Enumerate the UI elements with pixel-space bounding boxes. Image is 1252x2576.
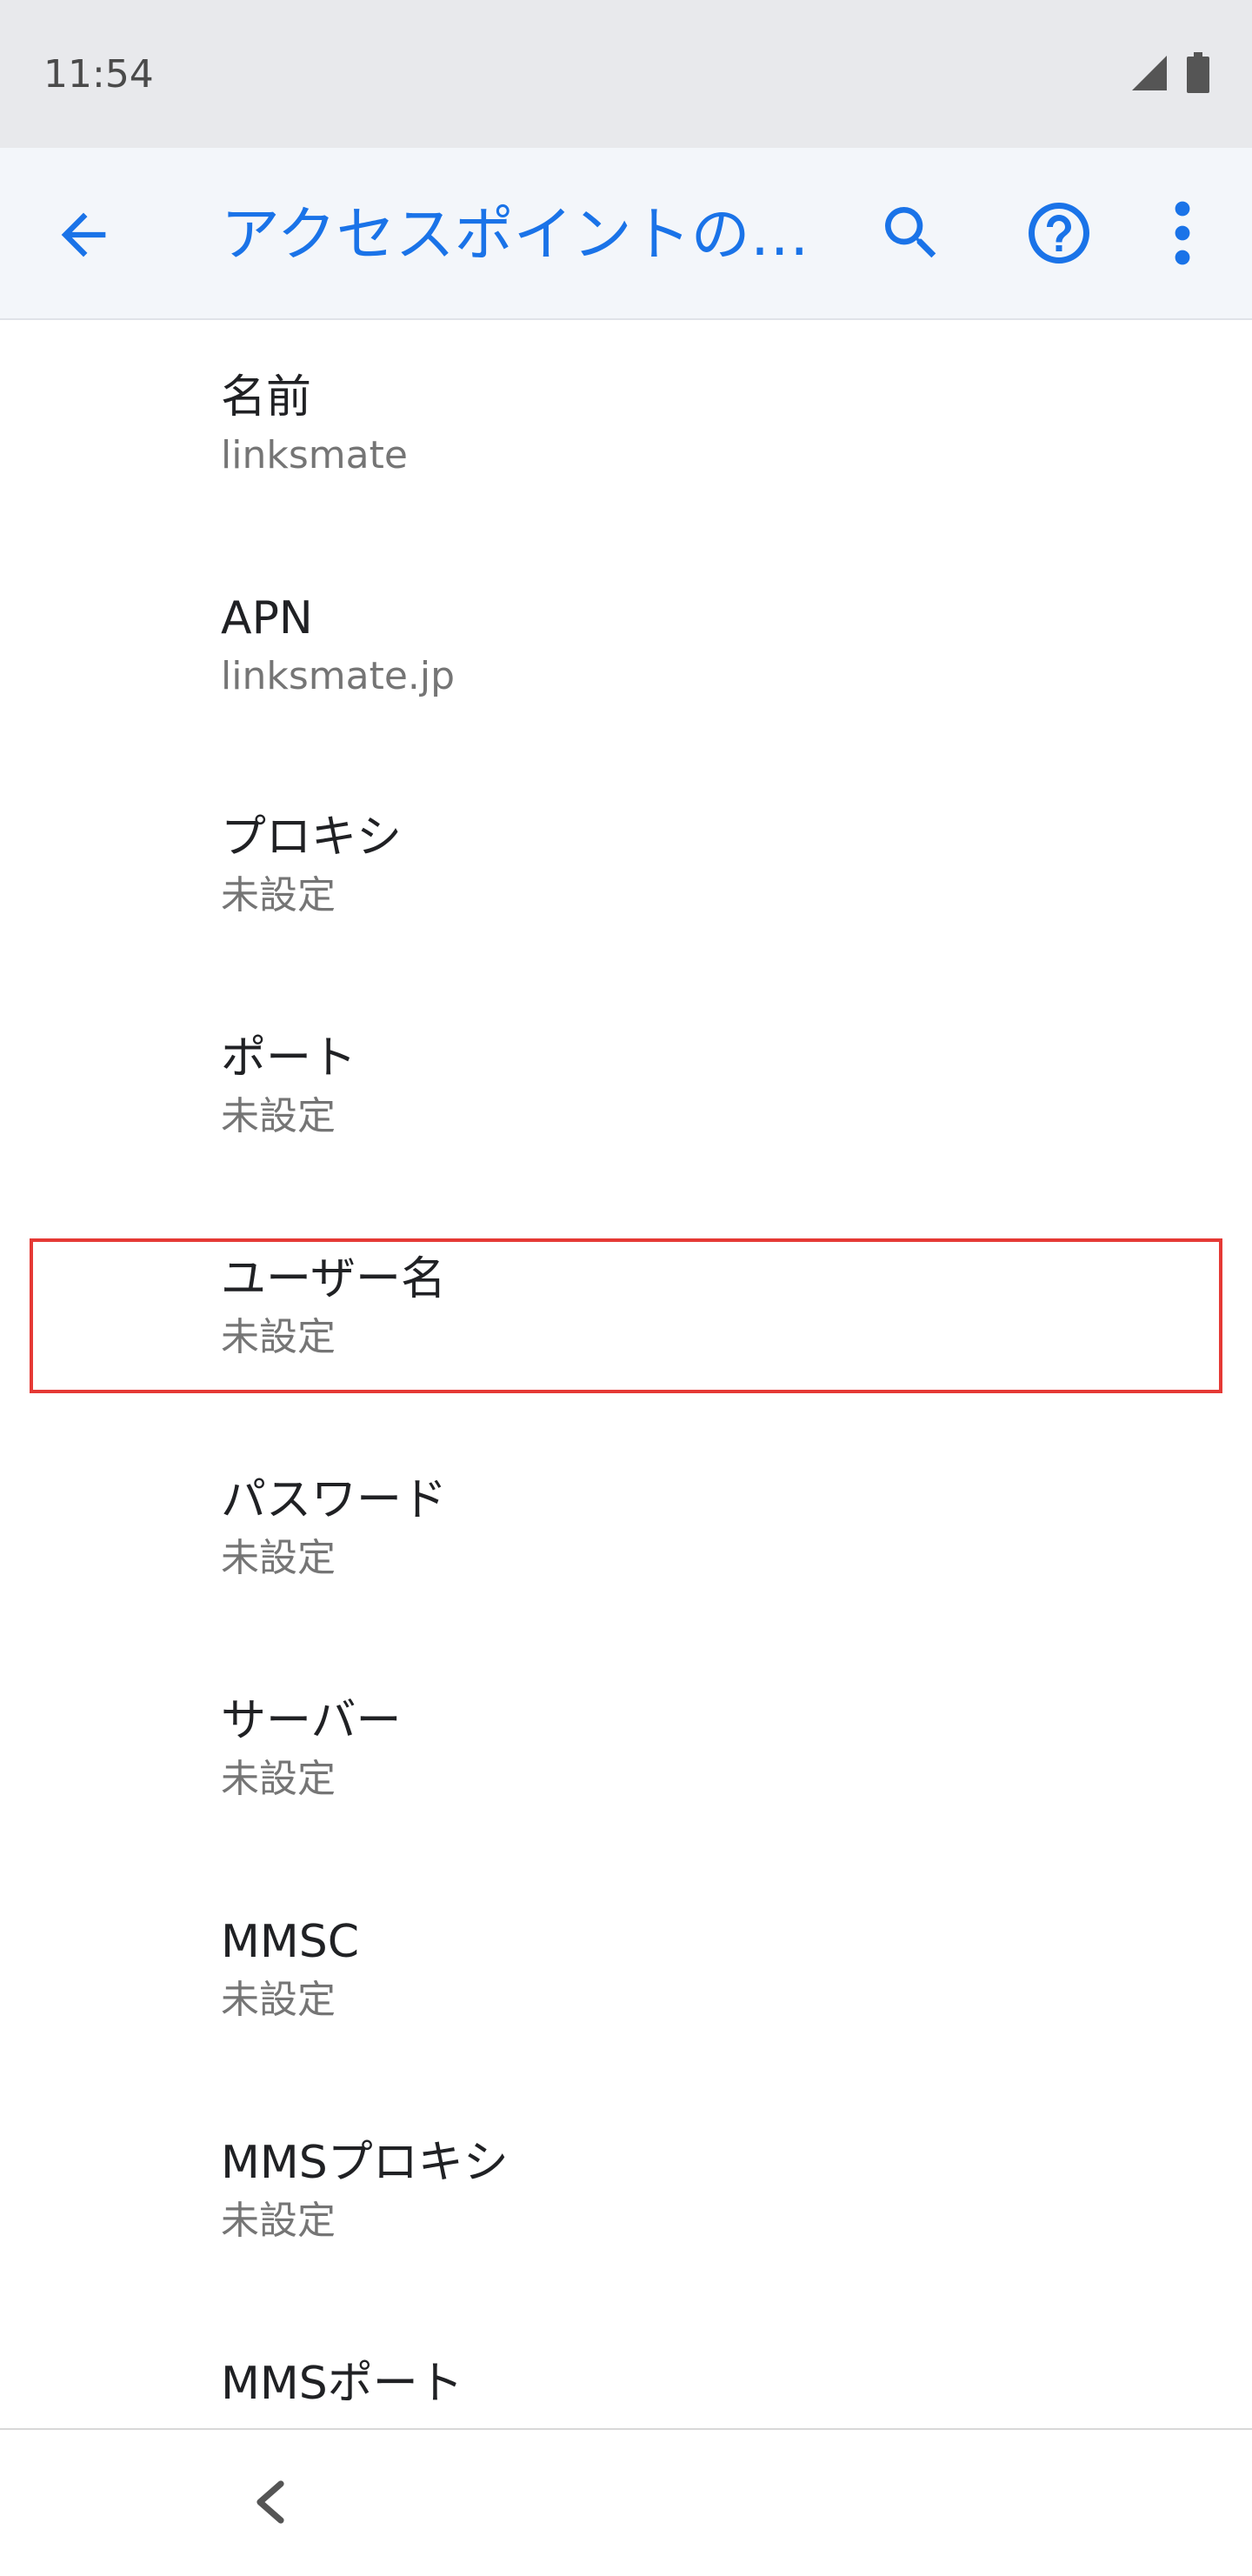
list-item-title: プロキシ: [221, 811, 403, 864]
list-item-title: ポート: [221, 1032, 357, 1084]
list-item-summary: linksmate: [221, 433, 408, 477]
list-item-name[interactable]: 名前 linksmate: [0, 320, 1252, 541]
list-item-apn[interactable]: APN linksmate.jp: [0, 541, 1252, 762]
list-item-summary: linksmate.jp: [221, 654, 456, 698]
battery-icon: [1187, 52, 1209, 93]
list-item-title: 名前: [221, 371, 312, 424]
signal-icon: [1132, 56, 1167, 90]
list-item-mmsc[interactable]: MMSC 未設定: [0, 1865, 1252, 2085]
list-item-username[interactable]: ユーザー名 未設定: [0, 1202, 1252, 1423]
list-item-title: サーバー: [221, 1695, 402, 1747]
list-item-summary: 未設定: [221, 1978, 336, 2022]
list-item-summary: 未設定: [221, 1094, 336, 1138]
list-item-mms-proxy[interactable]: MMSプロキシ 未設定: [0, 2085, 1252, 2306]
list-item-port[interactable]: ポート 未設定: [0, 981, 1252, 1202]
back-arrow-icon[interactable]: [50, 202, 117, 268]
list-item-server[interactable]: サーバー 未設定: [0, 1644, 1252, 1865]
list-item-title: パスワード: [221, 1474, 448, 1526]
help-icon[interactable]: [1022, 197, 1096, 270]
list-item-password[interactable]: パスワード 未設定: [0, 1423, 1252, 1644]
list-item-title: APN: [221, 592, 313, 644]
more-vert-icon[interactable]: [1165, 197, 1200, 270]
status-time: 11:54: [43, 52, 154, 97]
list-item-summary: 未設定: [221, 1536, 336, 1580]
list-item-summary: 未設定: [221, 1315, 336, 1359]
list-item-proxy[interactable]: プロキシ 未設定: [0, 760, 1252, 981]
page-title: アクセスポイントの…: [221, 201, 809, 270]
list-item-title: ユーザー名: [221, 1253, 446, 1305]
list-item-summary: 未設定: [221, 873, 336, 918]
list-item-title: MMSプロキシ: [221, 2137, 509, 2189]
list-item-title: MMSポート: [221, 2358, 463, 2410]
list-item-summary: 未設定: [221, 2199, 336, 2243]
nav-back-chevron-icon[interactable]: [252, 2479, 289, 2526]
search-icon[interactable]: [876, 198, 946, 268]
list-item-summary: 未設定: [221, 1757, 336, 1801]
navigation-bar: [0, 2428, 1252, 2576]
list-item-title: MMSC: [221, 1916, 360, 1968]
status-icons: [1130, 52, 1210, 94]
app-bar: アクセスポイントの…: [0, 148, 1252, 320]
status-bar: 11:54: [0, 0, 1252, 148]
